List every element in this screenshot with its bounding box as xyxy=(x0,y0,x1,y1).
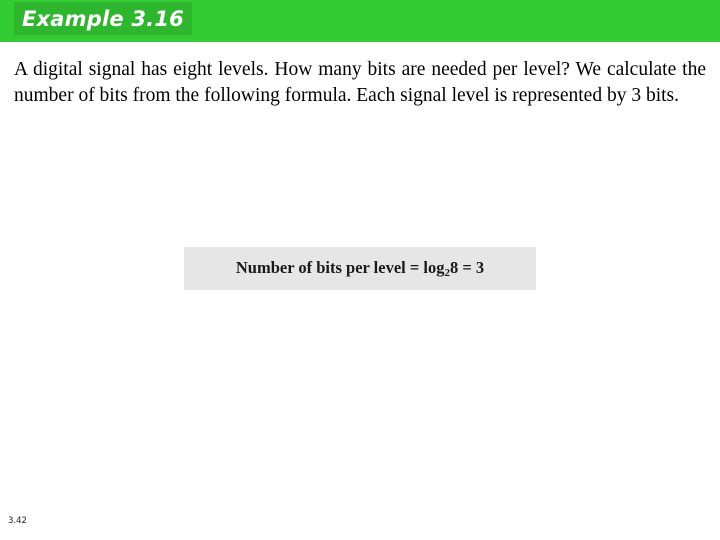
formula-expression: Number of bits per level = log28 = 3 xyxy=(236,258,484,279)
page-title: Example 3.16 xyxy=(22,6,184,31)
title-plate: Example 3.16 xyxy=(14,2,192,35)
formula-prefix: Number of bits per level = log xyxy=(235,257,445,277)
title-band: Example 3.16 xyxy=(0,0,720,42)
slide: Example 3.16 A digital signal has eight … xyxy=(0,0,720,540)
formula-suffix: 8 = 3 xyxy=(449,257,485,277)
page-number: 3.42 xyxy=(8,516,27,526)
formula-box: Number of bits per level = log28 = 3 xyxy=(184,247,536,290)
body-paragraph: A digital signal has eight levels. How m… xyxy=(14,59,706,106)
